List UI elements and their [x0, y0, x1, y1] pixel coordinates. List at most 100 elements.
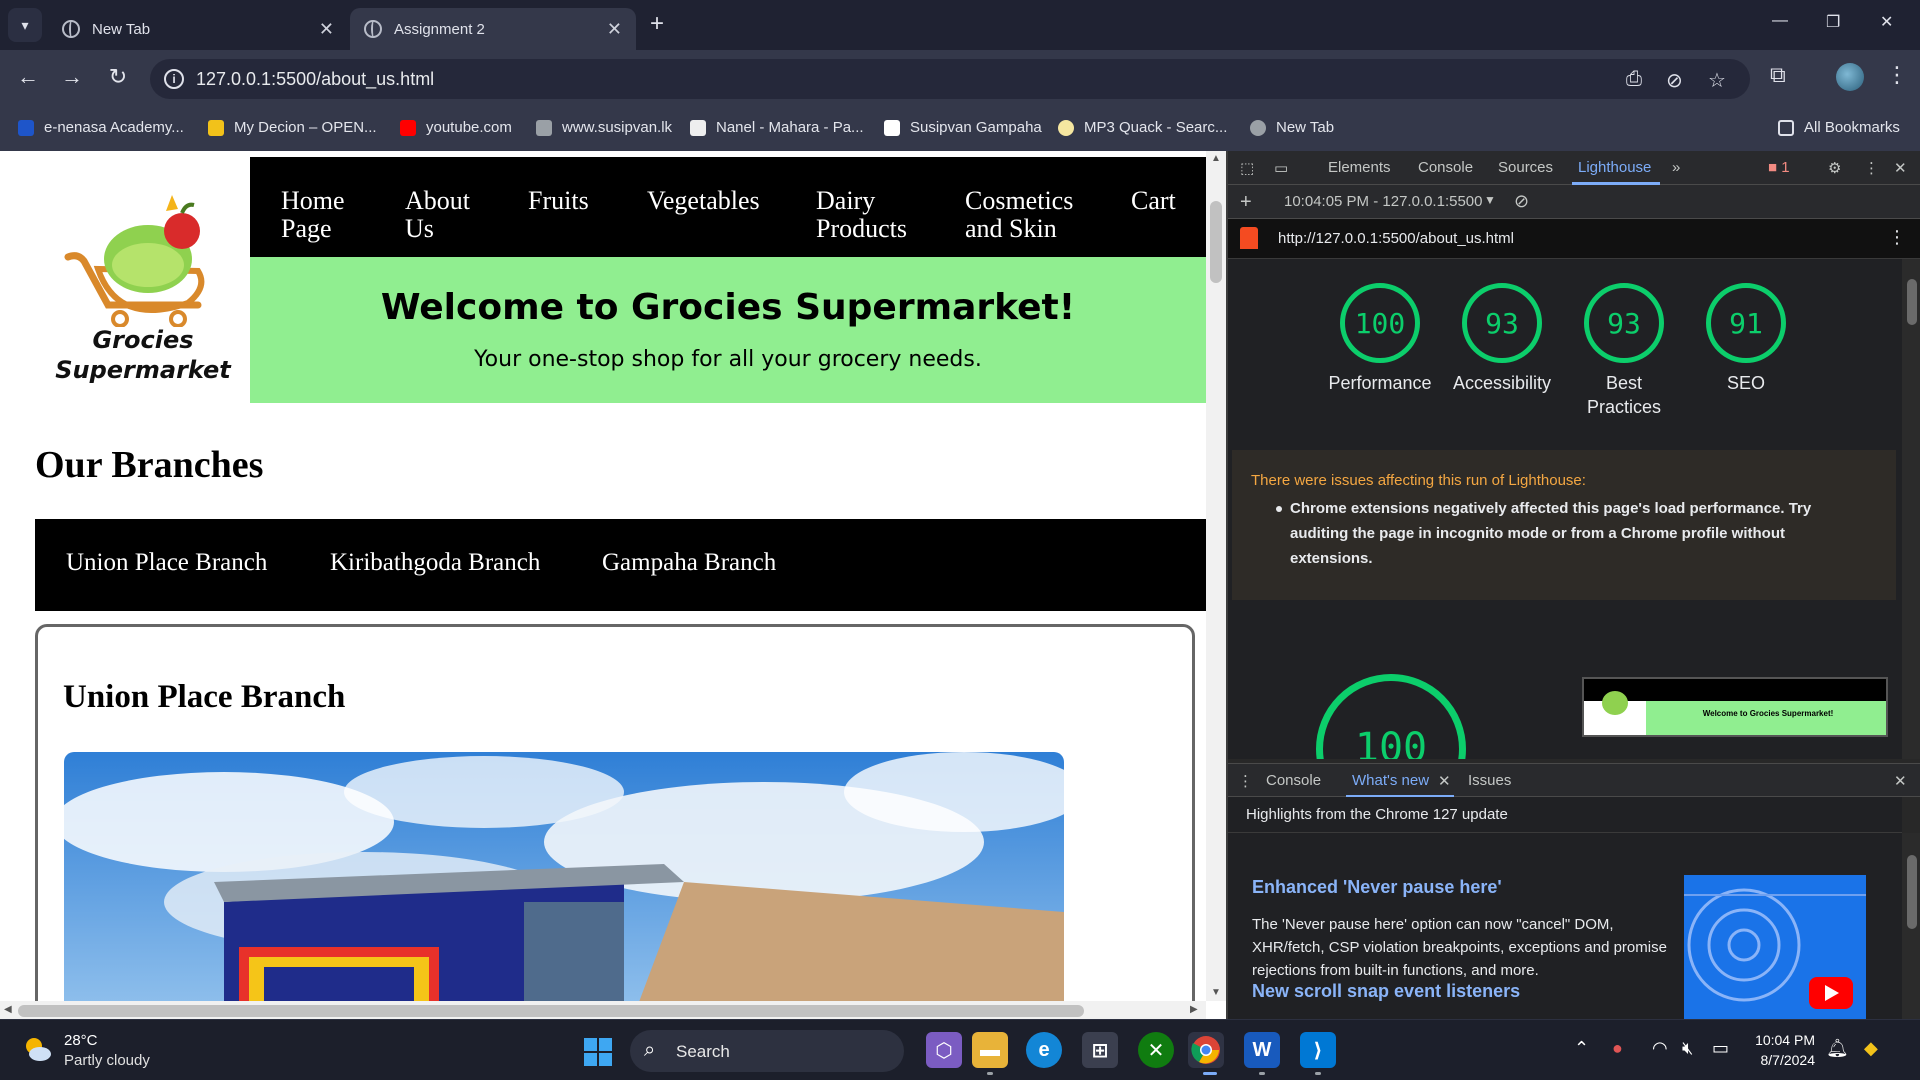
vscode-icon[interactable]: ⟩ — [1300, 1032, 1336, 1068]
score-gauge-performance[interactable]: 100 Performance — [1320, 283, 1440, 395]
clear-icon[interactable]: ⊘ — [1514, 191, 1529, 212]
tab-new-tab[interactable]: New Tab ✕ — [48, 8, 348, 50]
scrollbar-thumb[interactable] — [18, 1005, 1084, 1017]
battery-icon[interactable]: ▭ — [1712, 1038, 1729, 1059]
drawer-tab-issues[interactable]: Issues — [1468, 772, 1511, 789]
bookmark-item[interactable]: www.susipvan.lk — [536, 119, 672, 136]
nav-fruits[interactable]: Fruits — [528, 187, 589, 215]
tray-app-icon[interactable]: ● — [1612, 1038, 1623, 1059]
clock-time[interactable]: 10:04 PM — [1755, 1032, 1815, 1048]
report-menu-icon[interactable]: ⋮ — [1888, 227, 1906, 248]
drawer-tab-whats-new[interactable]: What's new — [1352, 772, 1429, 789]
nav-dairy-products[interactable]: Dairy Products — [816, 187, 926, 243]
score-gauge-accessibility[interactable]: 93 Accessibility — [1442, 283, 1562, 395]
device-toolbar-icon[interactable]: ▭ — [1274, 159, 1288, 177]
start-button[interactable] — [584, 1038, 612, 1066]
menu-icon[interactable]: ⋮ — [1886, 62, 1908, 88]
nav-vegetables[interactable]: Vegetables — [647, 187, 760, 215]
forward-icon[interactable]: → — [58, 64, 86, 90]
nav-cosmetics[interactable]: Cosmetics and Skin care — [965, 187, 1095, 251]
page-screenshot-thumbnail[interactable]: Welcome to Grocies Supermarket! — [1582, 677, 1888, 737]
copilot-app-icon[interactable]: ⬡ — [926, 1032, 962, 1068]
close-devtools-icon[interactable]: ✕ — [1894, 159, 1907, 177]
more-tabs-icon[interactable]: » — [1672, 159, 1680, 176]
nav-about-us[interactable]: About Us — [405, 187, 475, 243]
tab-sources[interactable]: Sources — [1498, 159, 1553, 176]
drawer-menu-icon[interactable]: ⋮ — [1238, 772, 1253, 790]
install-app-icon[interactable]: ⎙ — [1626, 68, 1642, 91]
bookmark-star-icon[interactable]: ☆ — [1708, 68, 1726, 93]
close-whats-new-icon[interactable]: ✕ — [1438, 772, 1451, 790]
inspect-element-icon[interactable]: ⬚ — [1240, 159, 1254, 177]
bookmark-item[interactable]: e-nenasa Academy... — [18, 119, 184, 136]
page-horizontal-scrollbar[interactable]: ◀ ▶ — [0, 1001, 1206, 1019]
tab-elements[interactable]: Elements — [1328, 159, 1391, 176]
tray-overflow-icon[interactable]: ⌃ — [1574, 1038, 1589, 1059]
wifi-icon[interactable]: ◠ — [1652, 1038, 1668, 1059]
weather-temp[interactable]: 28°C — [64, 1032, 98, 1049]
report-scrollbar[interactable] — [1902, 259, 1920, 759]
clock-date[interactable]: 8/7/2024 — [1745, 1052, 1816, 1068]
weather-desc[interactable]: Partly cloudy — [64, 1052, 150, 1069]
tab-lighthouse[interactable]: Lighthouse — [1578, 159, 1651, 176]
notification-bell-icon[interactable]: 🔔︎ — [1826, 1038, 1849, 1059]
tab-console[interactable]: Console — [1418, 159, 1473, 176]
partly-cloudy-icon[interactable] — [22, 1034, 52, 1064]
whats-new-item-title[interactable]: New scroll snap event listeners — [1252, 981, 1520, 1002]
score-gauge-best-practices[interactable]: 93 Best Practices — [1564, 283, 1684, 419]
edge-icon[interactable]: e — [1026, 1032, 1062, 1068]
file-explorer-icon[interactable]: ▬ — [972, 1032, 1008, 1068]
report-selector[interactable]: 10:04:05 PM - 127.0.0.1:5500 — [1284, 193, 1482, 210]
nav-cart[interactable]: Cart — [1131, 187, 1176, 215]
devtools-menu-icon[interactable]: ⋮ — [1864, 159, 1879, 177]
volume-muted-icon[interactable]: 🔇︎ — [1682, 1038, 1693, 1059]
whats-new-item-title[interactable]: Enhanced 'Never pause here' — [1252, 877, 1502, 898]
drawer-scrollbar[interactable] — [1902, 833, 1920, 1019]
restore-icon[interactable]: ❐ — [1826, 12, 1840, 32]
profile-avatar[interactable] — [1836, 63, 1864, 91]
close-drawer-icon[interactable]: ✕ — [1894, 772, 1907, 790]
all-bookmarks[interactable]: All Bookmarks — [1778, 119, 1900, 136]
chrome-icon[interactable] — [1188, 1032, 1224, 1068]
reload-icon[interactable]: ↻ — [104, 64, 132, 90]
taskbar-search[interactable]: ⌕ Search — [630, 1030, 904, 1072]
chevron-down-icon[interactable]: ▼ — [1484, 193, 1496, 207]
url-text[interactable]: 127.0.0.1:5500/about_us.html — [196, 69, 434, 90]
minimize-icon[interactable]: — — [1772, 12, 1788, 30]
extensions-icon[interactable]: ⧉ — [1770, 62, 1786, 88]
site-logo[interactable]: Grocies Supermarket — [48, 187, 238, 397]
branch-link-kiribathgoda[interactable]: Kiribathgoda Branch — [330, 549, 540, 577]
close-tab-icon[interactable]: ✕ — [319, 19, 334, 40]
branch-link-gampaha[interactable]: Gampaha Branch — [602, 549, 776, 577]
word-icon[interactable]: W — [1244, 1032, 1280, 1068]
tab-search-icon[interactable]: ▾ — [8, 8, 42, 42]
bookmark-item[interactable]: Nanel - Mahara - Pa... — [690, 119, 864, 136]
eye-slash-icon[interactable]: ⊘ — [1666, 68, 1683, 93]
close-window-icon[interactable]: ✕ — [1880, 12, 1893, 32]
page-vertical-scrollbar[interactable]: ▲ ▼ — [1206, 151, 1226, 1001]
bookmark-item[interactable]: Susipvan Gampaha — [884, 119, 1042, 136]
settings-gear-icon[interactable]: ⚙ — [1828, 159, 1841, 177]
bookmark-item[interactable]: New Tab — [1250, 119, 1334, 136]
nav-home-page[interactable]: Home Page — [281, 187, 351, 243]
address-bar[interactable]: i 127.0.0.1:5500/about_us.html ⎙ ⊘ ☆ — [150, 59, 1750, 99]
drawer-tab-console[interactable]: Console — [1266, 772, 1321, 789]
scrollbar-thumb[interactable] — [1210, 201, 1222, 283]
bookmark-item[interactable]: My Decion – OPEN... — [208, 119, 377, 136]
tab-assignment-2[interactable]: Assignment 2 ✕ — [350, 8, 636, 50]
site-info-icon[interactable]: i — [164, 69, 184, 89]
score-gauge-seo[interactable]: 91 SEO — [1686, 283, 1806, 395]
microsoft-store-icon[interactable]: ⊞ — [1082, 1032, 1118, 1068]
close-tab-icon[interactable]: ✕ — [607, 19, 622, 40]
new-tab-button[interactable]: + — [650, 10, 664, 38]
xbox-icon[interactable]: ✕ — [1138, 1032, 1174, 1068]
whats-new-video-thumbnail[interactable] — [1684, 875, 1866, 1019]
bookmark-item[interactable]: MP3 Quack - Searc... — [1058, 119, 1227, 136]
bookmark-item[interactable]: youtube.com — [400, 119, 512, 136]
branch-link-union-place[interactable]: Union Place Branch — [66, 549, 267, 577]
widgets-icon[interactable]: ◆ — [1864, 1038, 1878, 1059]
issues-badge[interactable]: ■ 1 — [1768, 159, 1790, 176]
new-report-icon[interactable]: + — [1240, 191, 1252, 214]
back-icon[interactable]: ← — [14, 64, 42, 90]
report-url[interactable]: http://127.0.0.1:5500/about_us.html — [1278, 230, 1514, 247]
